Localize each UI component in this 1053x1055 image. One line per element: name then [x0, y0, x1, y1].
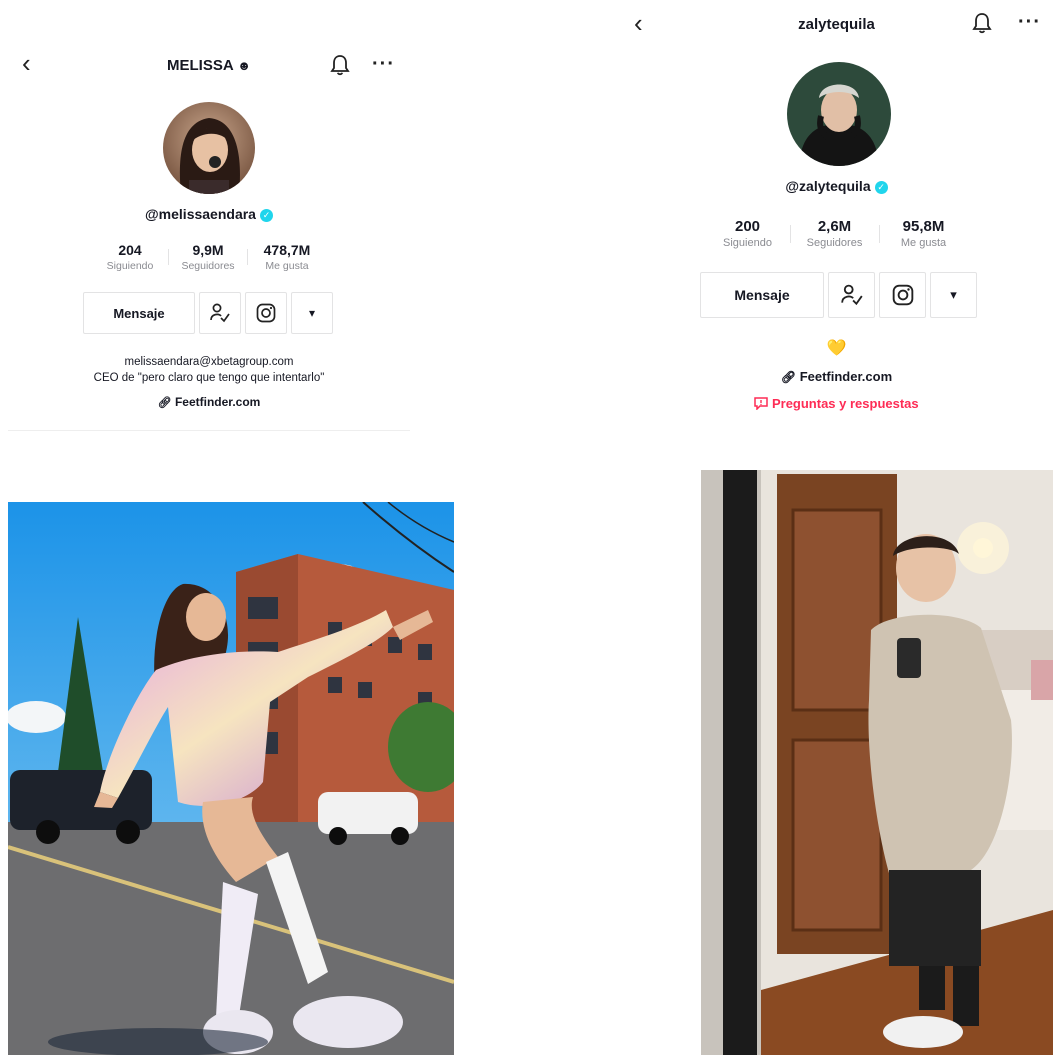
stats-row: 200 Siguiendo 2,6M Seguidores 95,8M Me g…	[620, 218, 1053, 249]
instagram-button[interactable]	[245, 292, 287, 334]
link-icon: 🔗︎	[157, 397, 172, 409]
dropdown-button[interactable]: ▾	[930, 272, 977, 318]
stat-label: Siguiendo	[723, 237, 772, 249]
stat-likes[interactable]: 95,8M Me gusta	[880, 218, 968, 249]
friends-check-icon	[840, 284, 863, 306]
stat-likes[interactable]: 478,7M Me gusta	[248, 242, 326, 272]
bio-link[interactable]: 🔗︎ Feetfinder.com	[620, 369, 1053, 384]
message-label: Mensaje	[113, 305, 165, 321]
bio: melissaendara@xbetagroup.com CEO de "per…	[8, 354, 410, 386]
left-divider	[8, 430, 410, 431]
handle-row: @melissaendara ✓	[8, 206, 410, 222]
stat-label: Seguidores	[806, 237, 863, 249]
link-icon: 🔗︎	[780, 370, 797, 384]
message-button[interactable]: Mensaje	[700, 272, 824, 318]
friends-check-icon	[210, 303, 230, 323]
bell-icon[interactable]	[330, 54, 350, 76]
right-profile-header: ‹ zalytequila ··· @zalytequila ✓ 200 Sigu…	[620, 0, 1053, 430]
stat-value: 200	[734, 218, 761, 235]
instagram-button[interactable]	[879, 272, 926, 318]
right-photo	[701, 470, 1053, 1055]
message-button[interactable]: Mensaje	[83, 292, 195, 334]
stat-value: 2,6M	[817, 218, 852, 235]
username: @zalytequila	[785, 178, 871, 194]
stat-value: 95,8M	[902, 218, 945, 235]
follow-status-button[interactable]	[828, 272, 875, 318]
instagram-icon	[256, 303, 276, 323]
action-buttons: Mensaje ▾	[700, 272, 977, 318]
action-buttons: Mensaje ▾	[83, 292, 333, 334]
follow-status-button[interactable]	[199, 292, 241, 334]
stat-followers[interactable]: 2,6M Seguidores	[791, 218, 879, 249]
left-topbar: ‹ MELISSA ☻ ···	[8, 48, 410, 88]
message-label: Mensaje	[734, 287, 790, 303]
profile-name: MELISSA	[167, 57, 234, 74]
bio-description: CEO de "pero claro que tengo que intenta…	[93, 372, 325, 384]
stat-followers[interactable]: 9,9M Seguidores	[169, 242, 247, 272]
username: @melissaendara	[145, 206, 256, 222]
bell-icon[interactable]	[972, 12, 992, 34]
stat-value: 9,9M	[192, 242, 224, 258]
link-text: Feetfinder.com	[799, 369, 893, 384]
stat-label: Me gusta	[265, 260, 309, 272]
yellow-heart-emoji: 💛	[826, 340, 847, 357]
dropdown-button[interactable]: ▾	[291, 292, 333, 334]
smiley-emoji: ☻	[237, 58, 251, 73]
right-topbar: ‹ zalytequila ···	[620, 8, 1053, 48]
stat-label: Seguidores	[181, 260, 235, 272]
bio: 💛	[620, 338, 1053, 358]
left-photo	[8, 502, 454, 1055]
avatar[interactable]	[787, 62, 891, 166]
stat-value: 478,7M	[263, 242, 311, 258]
verified-badge-icon: ✓	[259, 208, 273, 222]
stat-value: 204	[118, 242, 142, 258]
stat-following[interactable]: 200 Siguiendo	[706, 218, 790, 249]
more-options-icon[interactable]: ···	[372, 54, 395, 74]
more-options-icon[interactable]: ···	[1018, 12, 1041, 32]
instagram-icon	[892, 284, 913, 306]
link-text: Feetfinder.com	[174, 395, 261, 409]
chevron-down-icon: ▾	[308, 306, 316, 320]
verified-badge-icon: ✓	[874, 180, 888, 194]
stat-label: Siguiendo	[106, 260, 154, 272]
stats-row: 204 Siguiendo 9,9M Seguidores 478,7M Me …	[8, 242, 410, 272]
bio-email: melissaendara@xbetagroup.com	[124, 356, 294, 368]
bio-link[interactable]: 🔗︎ Feetfinder.com	[8, 395, 410, 409]
stat-following[interactable]: 204 Siguiendo	[92, 242, 168, 272]
handle-row: @zalytequila ✓	[620, 178, 1053, 194]
left-profile-header: ‹ MELISSA ☻ ··· @melissaendara ✓ 204 Sigu…	[8, 30, 410, 432]
qa-link[interactable]: Preguntas y respuestas	[620, 396, 1053, 411]
avatar[interactable]	[163, 102, 255, 194]
qa-label: Preguntas y respuestas	[771, 396, 919, 411]
qa-icon	[754, 397, 769, 411]
chevron-down-icon: ▾	[950, 287, 957, 302]
stat-label: Me gusta	[900, 237, 947, 249]
